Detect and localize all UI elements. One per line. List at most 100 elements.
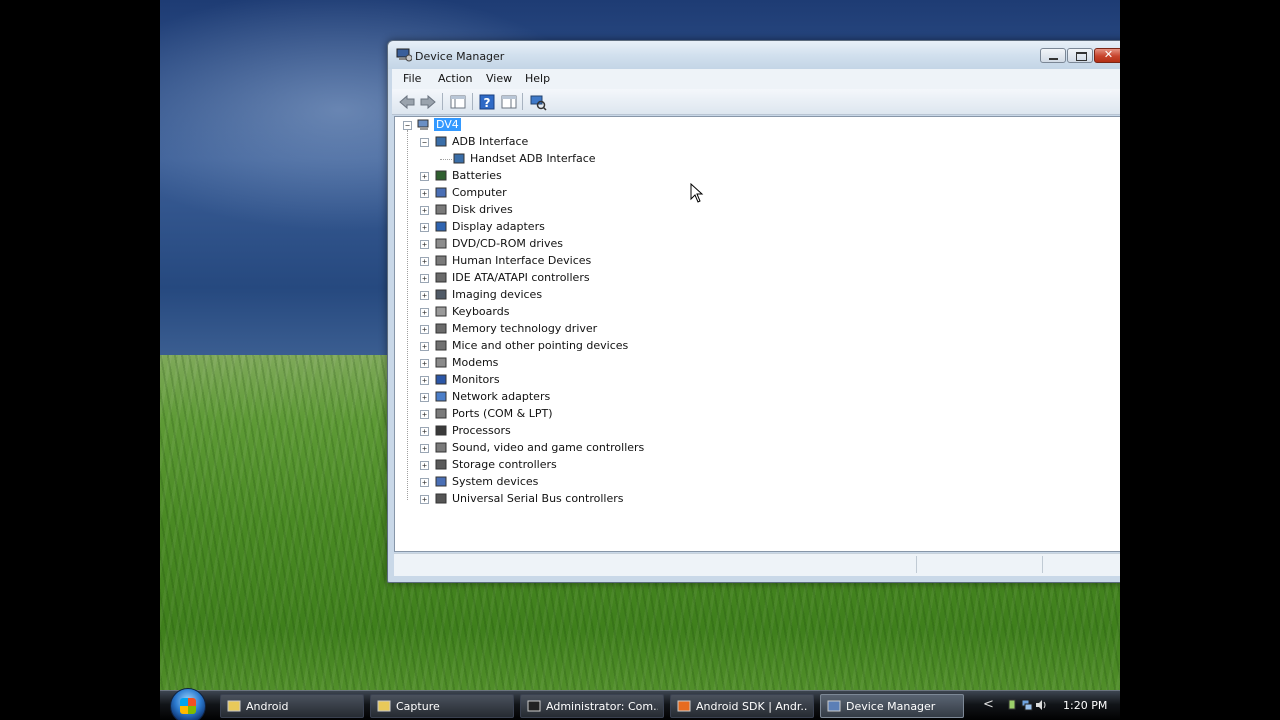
device-tree[interactable]: − DV4 − ADB Interface Handset ADB Interfac… [394, 116, 1120, 552]
tree-category-row[interactable]: + Modems [395, 355, 1120, 372]
tray-expand-icon[interactable]: < [983, 697, 994, 712]
tree-category-row[interactable]: + System devices [395, 474, 1120, 491]
close-button[interactable]: ✕ [1094, 48, 1120, 63]
tree-category-row[interactable]: + Mice and other pointing devices [395, 338, 1120, 355]
expand-toggle[interactable]: + [420, 359, 429, 368]
tree-category-label[interactable]: Storage controllers [452, 458, 557, 471]
expand-toggle[interactable]: + [420, 274, 429, 283]
start-button[interactable] [170, 688, 206, 720]
tree-root-row[interactable]: − DV4 [395, 117, 1120, 134]
taskbar-button[interactable]: Android SDK | Andr... [670, 694, 814, 718]
taskbar-button-label: Android SDK | Andr... [696, 700, 808, 713]
scan-hardware-icon[interactable] [529, 93, 547, 111]
tree-category-row[interactable]: + Disk drives [395, 202, 1120, 219]
tree-category-label[interactable]: Monitors [452, 373, 500, 386]
expand-toggle[interactable]: + [420, 444, 429, 453]
tree-category-label[interactable]: ADB Interface [452, 135, 528, 148]
tree-category-row[interactable]: + IDE ATA/ATAPI controllers [395, 270, 1120, 287]
tree-category-label[interactable]: Computer [452, 186, 507, 199]
expand-toggle[interactable]: + [420, 410, 429, 419]
svg-text:?: ? [484, 96, 491, 110]
back-icon[interactable] [398, 93, 416, 111]
help-icon[interactable]: ? [478, 93, 496, 111]
tree-category-label[interactable]: Network adapters [452, 390, 550, 403]
tree-category-row[interactable]: + Keyboards [395, 304, 1120, 321]
tree-device-row[interactable]: Handset ADB Interface [395, 151, 1120, 168]
forward-icon[interactable] [419, 93, 437, 111]
expand-toggle[interactable]: + [420, 308, 429, 317]
tree-category-label[interactable]: System devices [452, 475, 538, 488]
tree-category-row[interactable]: + Human Interface Devices [395, 253, 1120, 270]
expand-toggle[interactable]: + [420, 461, 429, 470]
tree-category-label[interactable]: Ports (COM & LPT) [452, 407, 553, 420]
tree-category-row[interactable]: + Universal Serial Bus controllers [395, 491, 1120, 508]
tree-category-label[interactable]: IDE ATA/ATAPI controllers [452, 271, 590, 284]
tree-category-label[interactable]: Modems [452, 356, 498, 369]
taskbar-button[interactable]: Device Manager [820, 694, 964, 718]
tree-category-row[interactable]: + Monitors [395, 372, 1120, 389]
tree-category-row[interactable]: + DVD/CD-ROM drives [395, 236, 1120, 253]
properties-view-icon[interactable] [449, 93, 467, 111]
volume-icon[interactable] [1035, 699, 1047, 711]
expand-toggle[interactable]: + [420, 393, 429, 402]
tree-category-label[interactable]: Sound, video and game controllers [452, 441, 644, 454]
clock[interactable]: 1:20 PM [1063, 699, 1107, 712]
tree-category-label[interactable]: Batteries [452, 169, 502, 182]
menu-help[interactable]: Help [522, 71, 553, 86]
expand-toggle[interactable]: + [420, 478, 429, 487]
tree-category-row[interactable]: + Imaging devices [395, 287, 1120, 304]
tree-category-label[interactable]: Mice and other pointing devices [452, 339, 628, 352]
tree-category-row[interactable]: + Ports (COM & LPT) [395, 406, 1120, 423]
collapse-toggle[interactable]: − [420, 138, 429, 147]
menu-file[interactable]: File [400, 71, 424, 86]
menu-view[interactable]: View [483, 71, 515, 86]
tree-category-row[interactable]: − ADB Interface [395, 134, 1120, 151]
tree-category-label[interactable]: DVD/CD-ROM drives [452, 237, 563, 250]
taskbar-button[interactable]: Administrator: Com... [520, 694, 664, 718]
expand-toggle[interactable]: + [420, 376, 429, 385]
expand-toggle[interactable]: + [420, 240, 429, 249]
tree-category-row[interactable]: + Network adapters [395, 389, 1120, 406]
console-tree-icon[interactable] [500, 93, 518, 111]
expand-toggle[interactable]: + [420, 189, 429, 198]
expand-toggle[interactable]: + [420, 206, 429, 215]
expand-toggle[interactable]: + [420, 495, 429, 504]
taskbar-button-label: Administrator: Com... [546, 700, 658, 713]
network-icon[interactable] [1021, 699, 1033, 711]
expand-toggle[interactable]: + [420, 342, 429, 351]
tree-category-row[interactable]: + Processors [395, 423, 1120, 440]
taskbar-button[interactable]: Android [220, 694, 364, 718]
device-manager-window[interactable]: Device Manager ✕ File Action View Help ?… [387, 40, 1120, 583]
safely-remove-icon[interactable] [1007, 699, 1019, 711]
tree-category-label[interactable]: Memory technology driver [452, 322, 597, 335]
tree-category-row[interactable]: + Sound, video and game controllers [395, 440, 1120, 457]
tree-category-label[interactable]: Imaging devices [452, 288, 542, 301]
toolbar-separator [522, 93, 523, 110]
tree-category-label[interactable]: Disk drives [452, 203, 513, 216]
expand-toggle[interactable]: + [420, 427, 429, 436]
tree-root-label[interactable]: DV4 [434, 118, 461, 131]
device-category-icon [435, 272, 447, 283]
expand-toggle[interactable]: + [420, 257, 429, 266]
taskbar-button[interactable]: Capture [370, 694, 514, 718]
expand-toggle[interactable]: + [420, 223, 429, 232]
menu-action[interactable]: Action [435, 71, 475, 86]
tree-device-label[interactable]: Handset ADB Interface [470, 152, 596, 165]
tree-category-label[interactable]: Universal Serial Bus controllers [452, 492, 623, 505]
tree-category-label[interactable]: Human Interface Devices [452, 254, 591, 267]
tree-category-row[interactable]: + Storage controllers [395, 457, 1120, 474]
expand-toggle[interactable]: + [420, 291, 429, 300]
tree-category-label[interactable]: Keyboards [452, 305, 509, 318]
tree-category-row[interactable]: + Display adapters [395, 219, 1120, 236]
maximize-button[interactable] [1067, 48, 1093, 63]
tree-category-row[interactable]: + Batteries [395, 168, 1120, 185]
tree-category-row[interactable]: + Memory technology driver [395, 321, 1120, 338]
tree-category-label[interactable]: Processors [452, 424, 511, 437]
expand-toggle[interactable]: + [420, 172, 429, 181]
expand-toggle[interactable]: + [420, 325, 429, 334]
collapse-toggle[interactable]: − [403, 121, 412, 130]
minimize-button[interactable] [1040, 48, 1066, 63]
tree-category-row[interactable]: + Computer [395, 185, 1120, 202]
title-bar[interactable]: Device Manager ✕ [388, 41, 1120, 69]
tree-category-label[interactable]: Display adapters [452, 220, 545, 233]
